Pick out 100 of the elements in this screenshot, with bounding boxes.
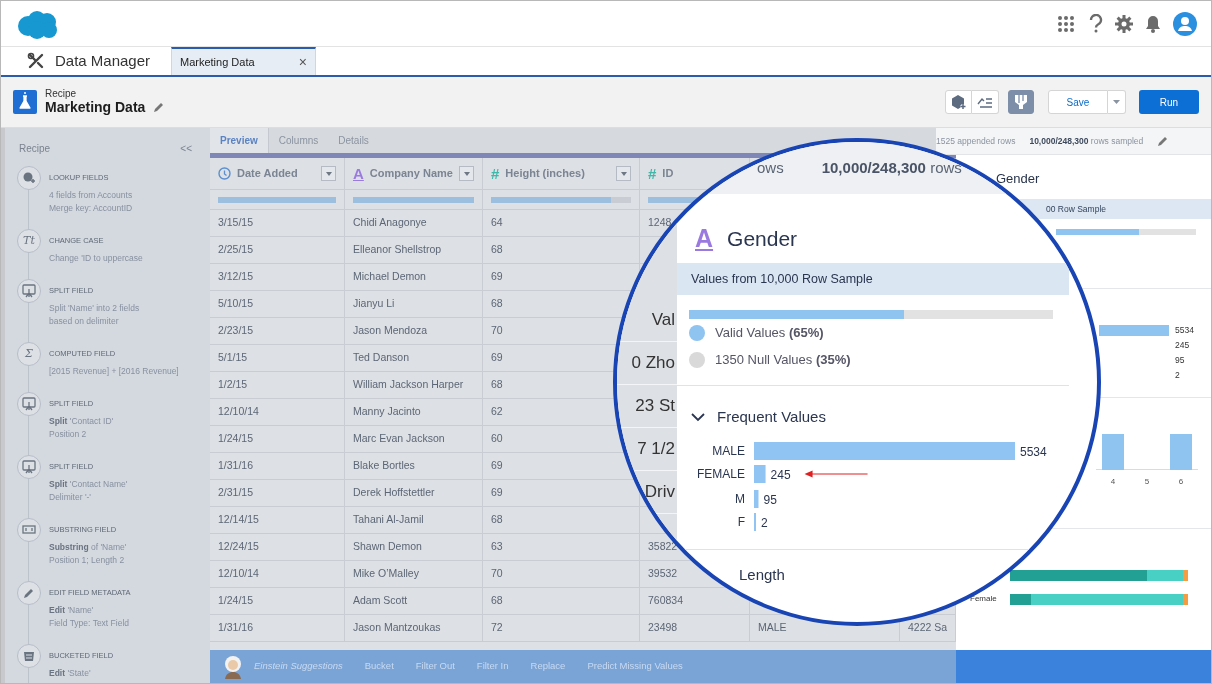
table-cell-text: 23 St [635,395,675,418]
text-type-icon: A [353,166,364,181]
category-label: F [737,515,745,529]
table-cell: 12/10/14 [218,404,259,420]
number-type-icon: # [491,166,500,181]
suggestion-link[interactable]: Replace [530,659,566,674]
table-cell: 39532 [648,566,678,582]
table-cell: 1248 [648,215,672,231]
step-description: based on delimiter [49,315,120,328]
table-cell: Ted Danson [353,350,410,366]
tools-icon [27,52,45,70]
table-cell: 63 [491,539,503,555]
table-cell: 1/31/16 [218,458,254,474]
view-tab[interactable]: Columns [268,128,329,153]
bar [754,465,766,483]
add-node-button[interactable] [945,90,972,114]
edit-list-button[interactable] [972,90,999,114]
split-icon [22,460,36,474]
table-cell: 2/25/15 [218,242,254,258]
view-tab[interactable]: Details [328,128,379,153]
step-description: Edit 'Name' [49,604,95,617]
collapse-button[interactable]: << [180,141,192,172]
settings-icon[interactable] [1115,14,1133,33]
table-cell: Manny Jacinto [353,404,421,420]
hexagon-plus-icon [951,94,966,110]
pencil-icon[interactable] [153,101,166,114]
app-tab[interactable]: Marketing Data × [171,47,316,75]
suggestion-link[interactable]: Predict Missing Values [587,659,683,674]
value-label: 245 [770,468,791,482]
list-edit-icon [977,95,993,109]
column-menu-button[interactable] [459,166,474,181]
number-type-icon: # [648,166,657,181]
table-cell: 12/10/14 [218,566,259,582]
tab-label[interactable]: Marketing Data [180,53,255,71]
table-cell: 1/24/15 [218,431,254,447]
table-cell-text: 7 1/2 [637,438,675,461]
cloud-logo[interactable] [15,8,59,39]
axis-label: 4 [1110,476,1116,488]
count-label: 2 [1175,369,1180,382]
clock-icon [218,167,231,180]
table-cell-text: 0 Zho [631,352,675,375]
step-description: Change 'ID to uppercase [49,252,143,265]
section-title[interactable]: Length [739,566,785,583]
table-cell: Blake Bortles [353,458,415,474]
table-cell: 1/31/16 [218,620,254,636]
count-label: 245 [1175,339,1190,352]
table-cell: 23498 [648,620,678,636]
close-button[interactable]: × [298,51,307,73]
column-header: Date Added [237,166,298,182]
chevron-icon[interactable] [691,413,705,422]
bar [754,490,759,508]
text-type-icon: A [695,226,714,251]
suggestion-link[interactable]: Filter Out [415,659,455,674]
table-cell: 4222 Sa [908,620,948,636]
avatar-icon[interactable] [1173,11,1197,36]
suggestion-link[interactable]: Bucket [364,659,394,674]
sigma-icon: Σ [17,342,41,366]
app-title: Data Manager [55,50,151,71]
panel-toggle-button[interactable] [1008,90,1034,114]
bucket-icon [22,649,36,663]
table-cell: 35822 [648,539,678,555]
arrow [804,470,869,478]
text-case-icon: Tt [17,229,41,253]
count-label: 95 [1175,354,1185,367]
category-label: FEMALE [697,467,745,481]
sample-count: 10,000/248,300 rows [821,157,962,178]
table-cell: 5/10/15 [218,296,254,312]
help-icon[interactable] [1087,14,1103,33]
table-cell: Shawn Demon [353,539,422,555]
table-cell: Jianyu Li [353,296,395,312]
table-cell: 69 [491,485,503,501]
column-menu-button[interactable] [616,166,631,181]
apps-icon[interactable] [1057,14,1075,33]
step-description: Delimiter '-' [49,491,92,504]
pencil-icon[interactable] [1157,135,1170,147]
table-cell: 62 [491,404,503,420]
pencil-icon [22,586,36,600]
value-label: 95 [763,493,777,507]
legend-label: Valid Values (65%) [715,323,824,342]
appended-count: 1525 appended rows [936,134,1016,148]
table-cell-text: Driv [644,481,675,504]
dropdown-button[interactable] [1108,90,1126,114]
table-cell: 70 [491,566,503,582]
section-title[interactable]: Frequent Values [717,406,826,429]
flask-icon [13,90,37,114]
table-cell: Jason Mendoza [353,323,428,339]
table-cell: Derek Hoffstettler [353,485,435,501]
table-cell: 12/14/15 [218,512,259,528]
count-label: 5534 [1175,324,1194,337]
save-button[interactable]: Save [1048,90,1108,114]
notifications-icon[interactable] [1145,14,1161,33]
column-menu-button[interactable] [321,166,336,181]
suggestion-link[interactable]: Filter In [476,659,509,674]
step-description: Split 'Contact Name' [49,478,128,491]
header-text: ows [757,157,784,178]
run-button[interactable]: Run [1139,90,1199,114]
step-description: [2015 Revenue] + [2016 Revenue] [49,365,179,378]
step-description: 4 fields from Accounts [49,189,133,202]
step-description: Position 2 [49,428,88,441]
view-tab[interactable]: Preview [210,128,269,153]
